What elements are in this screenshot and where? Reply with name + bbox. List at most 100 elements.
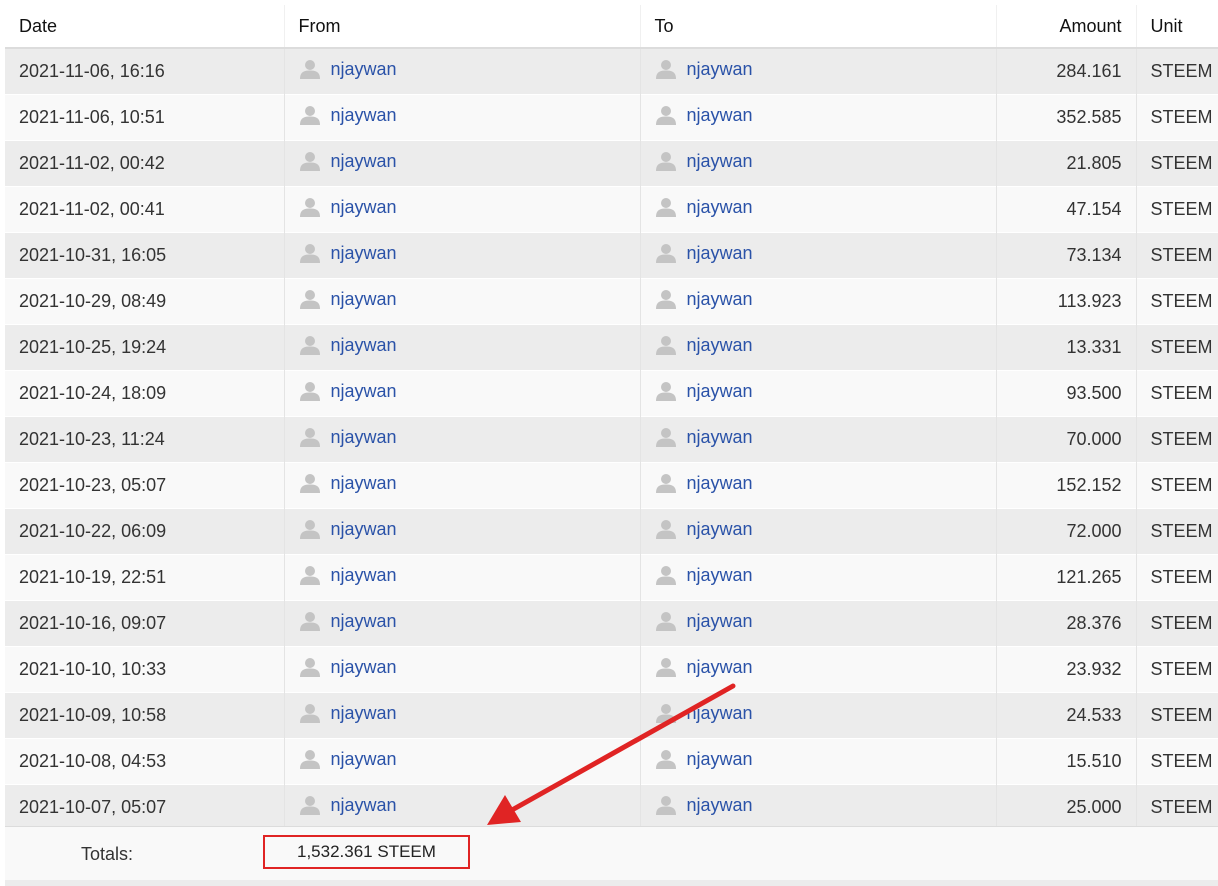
to-user-link[interactable]: njaywan [655, 610, 753, 632]
to-user-link[interactable]: njaywan [655, 380, 753, 402]
from-username[interactable]: njaywan [331, 519, 397, 540]
to-username[interactable]: njaywan [687, 335, 753, 356]
from-user-link[interactable]: njaywan [299, 58, 397, 80]
from-user-link[interactable]: njaywan [299, 748, 397, 770]
from-username[interactable]: njaywan [331, 749, 397, 770]
to-username[interactable]: njaywan [687, 473, 753, 494]
amount-cell: 73.134 [996, 232, 1137, 279]
to-username[interactable]: njaywan [687, 197, 753, 218]
to-username[interactable]: njaywan [687, 243, 753, 264]
to-user-link[interactable]: njaywan [655, 196, 753, 218]
to-username[interactable]: njaywan [687, 381, 753, 402]
to-username[interactable]: njaywan [687, 657, 753, 678]
user-avatar-icon [655, 794, 677, 816]
from-user-link[interactable]: njaywan [299, 334, 397, 356]
unit-cell: STEEM [1136, 232, 1218, 279]
amount-cell: 21.805 [996, 140, 1137, 187]
to-username[interactable]: njaywan [687, 519, 753, 540]
column-header-unit[interactable]: Unit [1136, 5, 1218, 49]
from-username[interactable]: njaywan [331, 59, 397, 80]
from-cell: njaywan [284, 324, 641, 371]
unit-cell: STEEM [1136, 416, 1218, 463]
from-user-link[interactable]: njaywan [299, 794, 397, 816]
user-avatar-icon [655, 748, 677, 770]
from-username[interactable]: njaywan [331, 243, 397, 264]
from-username[interactable]: njaywan [331, 105, 397, 126]
to-cell: njaywan [640, 508, 997, 555]
unit-cell: STEEM [1136, 738, 1218, 785]
from-cell: njaywan [284, 508, 641, 555]
unit-cell: STEEM [1136, 140, 1218, 187]
from-user-link[interactable]: njaywan [299, 564, 397, 586]
from-user-link[interactable]: njaywan [299, 242, 397, 264]
from-user-link[interactable]: njaywan [299, 380, 397, 402]
to-username[interactable]: njaywan [687, 289, 753, 310]
to-user-link[interactable]: njaywan [655, 242, 753, 264]
from-user-link[interactable]: njaywan [299, 702, 397, 724]
to-username[interactable]: njaywan [687, 749, 753, 770]
from-user-link[interactable]: njaywan [299, 288, 397, 310]
unit-cell: STEEM [1136, 324, 1218, 371]
to-cell: njaywan [640, 600, 997, 647]
from-username[interactable]: njaywan [331, 289, 397, 310]
to-user-link[interactable]: njaywan [655, 150, 753, 172]
to-user-link[interactable]: njaywan [655, 564, 753, 586]
column-header-date[interactable]: Date [5, 5, 285, 49]
from-username[interactable]: njaywan [331, 151, 397, 172]
to-user-link[interactable]: njaywan [655, 702, 753, 724]
unit-cell: STEEM [1136, 508, 1218, 555]
unit-cell: STEEM [1136, 784, 1218, 831]
from-user-link[interactable]: njaywan [299, 656, 397, 678]
user-avatar-icon [655, 380, 677, 402]
to-user-link[interactable]: njaywan [655, 748, 753, 770]
to-user-link[interactable]: njaywan [655, 104, 753, 126]
from-user-link[interactable]: njaywan [299, 518, 397, 540]
from-user-link[interactable]: njaywan [299, 196, 397, 218]
from-user-link[interactable]: njaywan [299, 150, 397, 172]
date-cell: 2021-10-16, 09:07 [5, 600, 285, 647]
from-username[interactable]: njaywan [331, 611, 397, 632]
to-user-link[interactable]: njaywan [655, 794, 753, 816]
from-username[interactable]: njaywan [331, 197, 397, 218]
to-username[interactable]: njaywan [687, 611, 753, 632]
date-cell: 2021-10-23, 11:24 [5, 416, 285, 463]
from-user-link[interactable]: njaywan [299, 472, 397, 494]
from-username[interactable]: njaywan [331, 565, 397, 586]
column-header-from[interactable]: From [284, 5, 641, 49]
from-cell: njaywan [284, 554, 641, 601]
to-user-link[interactable]: njaywan [655, 334, 753, 356]
column-header-amount[interactable]: Amount [996, 5, 1137, 49]
from-username[interactable]: njaywan [331, 703, 397, 724]
date-cell: 2021-10-29, 08:49 [5, 278, 285, 325]
to-user-link[interactable]: njaywan [655, 288, 753, 310]
to-username[interactable]: njaywan [687, 105, 753, 126]
to-username[interactable]: njaywan [687, 795, 753, 816]
to-username[interactable]: njaywan [687, 565, 753, 586]
to-user-link[interactable]: njaywan [655, 656, 753, 678]
amount-cell: 121.265 [996, 554, 1137, 601]
from-user-link[interactable]: njaywan [299, 104, 397, 126]
column-header-to[interactable]: To [640, 5, 997, 49]
to-user-link[interactable]: njaywan [655, 472, 753, 494]
to-user-link[interactable]: njaywan [655, 426, 753, 448]
table-body: 2021-11-06, 16:16 njaywan njaywan 284.161 ST… [5, 48, 1218, 831]
from-username[interactable]: njaywan [331, 427, 397, 448]
user-avatar-icon [655, 656, 677, 678]
user-avatar-icon [299, 288, 321, 310]
to-user-link[interactable]: njaywan [655, 518, 753, 540]
to-username[interactable]: njaywan [687, 703, 753, 724]
from-user-link[interactable]: njaywan [299, 426, 397, 448]
to-user-link[interactable]: njaywan [655, 58, 753, 80]
from-username[interactable]: njaywan [331, 381, 397, 402]
from-username[interactable]: njaywan [331, 795, 397, 816]
from-user-link[interactable]: njaywan [299, 610, 397, 632]
to-username[interactable]: njaywan [687, 151, 753, 172]
table-row: 2021-11-02, 00:41 njaywan njaywan 47.154 STE… [5, 186, 1218, 233]
totals-label: Totals: [81, 844, 134, 864]
to-username[interactable]: njaywan [687, 59, 753, 80]
from-cell: njaywan [284, 784, 641, 831]
to-username[interactable]: njaywan [687, 427, 753, 448]
from-username[interactable]: njaywan [331, 335, 397, 356]
from-username[interactable]: njaywan [331, 473, 397, 494]
from-username[interactable]: njaywan [331, 657, 397, 678]
